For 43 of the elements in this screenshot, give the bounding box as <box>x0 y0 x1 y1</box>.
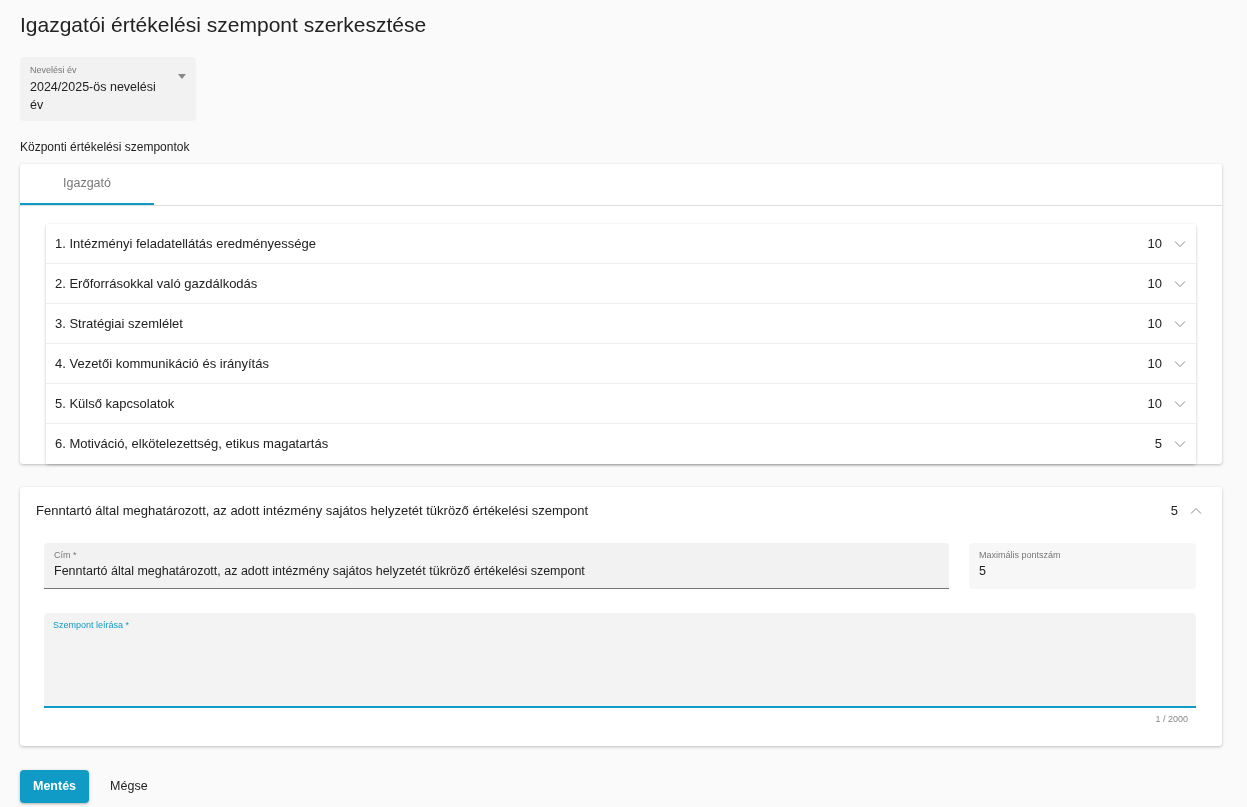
page-title: Igazgatói értékelési szempont szerkesztése <box>20 12 428 38</box>
title-field[interactable]: Cím * Fenntartó által meghatározott, az adott intézmény sajátos helyzetét tükröző értékelési szempont <box>44 542 949 589</box>
points: 10 <box>1147 394 1162 413</box>
accordion-row[interactable]: 4. Vezetői kommunikáció és irányítás 10 <box>46 344 1196 385</box>
criterion-title: 3. Stratégiai szemlélet <box>55 314 184 333</box>
year-select[interactable]: Nevelési év 2024/2025-ös nevelési év <box>20 57 196 122</box>
points: 10 <box>1147 234 1162 253</box>
field-label: Szempont leírása * <box>53 618 131 632</box>
criterion-title: Fenntartó által meghatározott, az adott intézmény sajátos helyzetét tükröző értékelési szempont <box>36 502 590 521</box>
chevron-down-icon[interactable] <box>1174 399 1186 408</box>
chevron-down-icon[interactable] <box>1174 279 1186 288</box>
field-label: Nevelési év <box>30 64 78 78</box>
chevron-down-icon[interactable] <box>1174 440 1186 449</box>
section-label: Központi értékelési szempontok <box>20 139 191 157</box>
field-value: 5 <box>979 563 987 581</box>
points: 10 <box>1147 354 1162 373</box>
field-value: 2024/2025-ös nevelési év <box>30 78 157 115</box>
accordion-row[interactable]: 3. Stratégiai szemlélet 10 <box>46 304 1196 345</box>
accordion-row[interactable]: 1. Intézményi feladatellátás eredményessége 10 <box>46 224 1196 265</box>
accordion-row[interactable]: 2. Erőforrásokkal való gazdálkodás 10 <box>46 264 1196 305</box>
field-label: Maximális pontszám <box>979 548 1062 562</box>
chevron-down-icon[interactable] <box>1174 319 1186 328</box>
accordion-row[interactable]: 5. Külső kapcsolatok 10 <box>46 384 1196 425</box>
points: 10 <box>1147 274 1162 293</box>
criterion-title: 5. Külső kapcsolatok <box>55 394 176 413</box>
dropdown-caret-icon <box>178 74 186 80</box>
criterion-title: 6. Motiváció, elkötelezettség, etikus magatartás <box>55 435 330 454</box>
criterion-title: 2. Erőforrásokkal való gazdálkodás <box>55 274 259 293</box>
criterion-title: 4. Vezetői kommunikáció és irányítás <box>55 354 270 373</box>
accordion-row[interactable]: 6. Motiváció, elkötelezettség, etikus magatartás 5 <box>46 424 1196 465</box>
field-value: Fenntartó által meghatározott, az adott intézmény sajátos helyzetét tükröző értékelési szempont <box>54 563 586 581</box>
field-label: Cím * <box>54 548 78 562</box>
character-counter: 1 / 2000 <box>1154 712 1189 726</box>
points: 5 <box>1154 435 1162 454</box>
chevron-down-icon[interactable] <box>1174 239 1186 248</box>
max-points-field[interactable]: Maximális pontszám 5 <box>969 542 1196 589</box>
points: 5 <box>1170 502 1178 521</box>
chevron-up-icon[interactable] <box>1190 506 1202 515</box>
cancel-button[interactable]: Mégse <box>97 770 161 804</box>
chevron-down-icon[interactable] <box>1174 359 1186 368</box>
tab[interactable]: Igazgató <box>20 164 154 206</box>
criterion-title: 1. Intézményi feladatellátás eredményessége <box>55 234 317 253</box>
points: 10 <box>1147 314 1162 333</box>
